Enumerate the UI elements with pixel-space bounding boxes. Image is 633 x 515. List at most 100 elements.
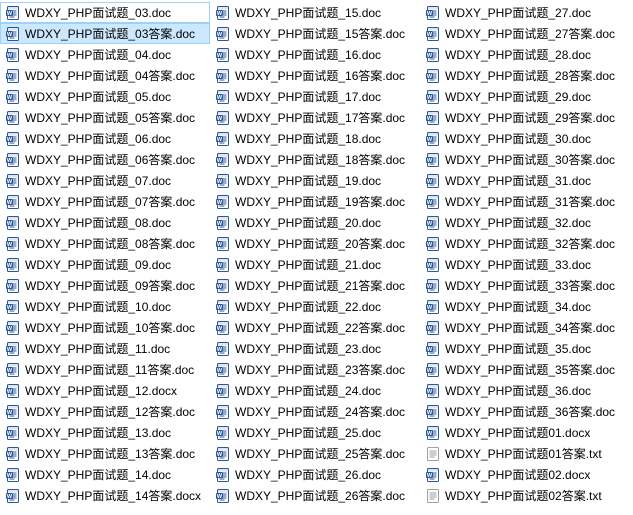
file-item[interactable]: WWDXY_PHP面试题_15答案.doc (210, 23, 420, 44)
word-doc-icon: W (215, 446, 231, 462)
file-item[interactable]: WWDXY_PHP面试题_11答案.doc (0, 359, 210, 380)
file-item[interactable]: WWDXY_PHP面试题_10答案.doc (0, 317, 210, 338)
word-doc-icon: W (5, 362, 21, 378)
svg-text:W: W (217, 368, 223, 374)
file-label: WDXY_PHP面试题_11.doc (25, 340, 170, 357)
file-item[interactable]: WWDXY_PHP面试题_26答案.doc (210, 485, 420, 506)
file-item[interactable]: WWDXY_PHP面试题_10.doc (0, 296, 210, 317)
file-item[interactable]: WWDXY_PHP面试题_30.doc (420, 128, 630, 149)
file-label: WDXY_PHP面试题_23答案.doc (235, 361, 405, 378)
file-label: WDXY_PHP面试题_33.doc (445, 256, 591, 273)
file-item[interactable]: WWDXY_PHP面试题_19.doc (210, 170, 420, 191)
file-item[interactable]: WWDXY_PHP面试题_24.doc (210, 380, 420, 401)
file-item[interactable]: WWDXY_PHP面试题_14答案.docx (0, 485, 210, 506)
file-item[interactable]: WWDXY_PHP面试题_36答案.doc (420, 401, 630, 422)
file-label: WDXY_PHP面试题_19答案.doc (235, 193, 405, 210)
file-item[interactable]: WWDXY_PHP面试题_36.doc (420, 380, 630, 401)
file-item[interactable]: WWDXY_PHP面试题_33答案.doc (420, 275, 630, 296)
file-item[interactable]: WWDXY_PHP面试题_08答案.doc (0, 233, 210, 254)
file-item[interactable]: WWDXY_PHP面试题02.docx (420, 464, 630, 485)
file-item[interactable]: WWDXY_PHP面试题_04答案.doc (0, 65, 210, 86)
file-item[interactable]: WWDXY_PHP面试题_27.doc (420, 2, 630, 23)
file-item[interactable]: W WDXY_PHP面试题_23答案.doc (210, 359, 420, 380)
file-item[interactable]: WWDXY_PHP面试题_21.doc (210, 254, 420, 275)
file-label: WDXY_PHP面试题_26答案.doc (235, 487, 405, 504)
file-item[interactable]: WWDXY_PHP面试题_06答案.doc (0, 149, 210, 170)
file-item[interactable]: WWDXY_PHP面试题_19答案.doc (210, 191, 420, 212)
file-item[interactable]: WWDXY_PHP面试题_28.doc (420, 44, 630, 65)
svg-text:W: W (427, 53, 433, 59)
file-label: WDXY_PHP面试题_29.doc (445, 88, 591, 105)
file-item[interactable]: WWDXY_PHP面试题_13.doc (0, 422, 210, 443)
file-list-pane[interactable]: WWDXY_PHP面试题_03.docWWDXY_PHP面试题_03答案.doc… (0, 0, 633, 515)
word-doc-icon: W (215, 215, 231, 231)
file-item[interactable]: WWDXY_PHP面试题_03.doc (0, 2, 210, 23)
file-item[interactable]: WWDXY_PHP面试题_18答案.doc (210, 149, 420, 170)
file-item[interactable]: WWDXY_PHP面试题_29答案.doc (420, 107, 630, 128)
file-item[interactable]: WWDXY_PHP面试题_25.doc (210, 422, 420, 443)
file-item[interactable]: WWDXY_PHP面试题_23.doc (210, 338, 420, 359)
file-item[interactable]: WWDXY_PHP面试题_08.doc (0, 212, 210, 233)
file-item[interactable]: WDXY_PHP面试题02答案.txt (420, 485, 630, 506)
svg-text:W: W (7, 494, 13, 500)
word-doc-icon: W (425, 131, 441, 147)
file-item[interactable]: WWDXY_PHP面试题_17.doc (210, 86, 420, 107)
file-item[interactable]: WWDXY_PHP面试题_31.doc (420, 170, 630, 191)
svg-text:W: W (7, 158, 13, 164)
svg-text:W: W (7, 116, 13, 122)
svg-text:W: W (7, 473, 13, 479)
file-item[interactable]: WWDXY_PHP面试题_33.doc (420, 254, 630, 275)
file-item[interactable]: WDXY_PHP面试题01答案.txt (420, 443, 630, 464)
file-item[interactable]: WWDXY_PHP面试题_22答案.doc (210, 317, 420, 338)
file-item[interactable]: WWDXY_PHP面试题_26.doc (210, 464, 420, 485)
file-item[interactable]: WWDXY_PHP面试题_06.doc (0, 128, 210, 149)
file-item[interactable]: WWDXY_PHP面试题_28答案.doc (420, 65, 630, 86)
file-item[interactable]: WWDXY_PHP面试题_13答案.doc (0, 443, 210, 464)
file-item[interactable]: WWDXY_PHP面试题_16答案.doc (210, 65, 420, 86)
file-item[interactable]: WWDXY_PHP面试题_09答案.doc (0, 275, 210, 296)
file-item[interactable]: WWDXY_PHP面试题_35.doc (420, 338, 630, 359)
file-label: WDXY_PHP面试题_11答案.doc (25, 361, 194, 378)
word-doc-icon: W (215, 488, 231, 504)
file-item[interactable]: WWDXY_PHP面试题_25答案.doc (210, 443, 420, 464)
file-item[interactable]: WWDXY_PHP面试题_32.doc (420, 212, 630, 233)
file-item[interactable]: WWDXY_PHP面试题_15.doc (210, 2, 420, 23)
file-item[interactable]: WWDXY_PHP面试题_27答案.doc (420, 23, 630, 44)
file-item[interactable]: WWDXY_PHP面试题_21答案.doc (210, 275, 420, 296)
file-label: WDXY_PHP面试题_34.doc (445, 298, 591, 315)
file-item[interactable]: WWDXY_PHP面试题_09.doc (0, 254, 210, 275)
svg-text:W: W (217, 473, 223, 479)
file-item[interactable]: WWDXY_PHP面试题_22.doc (210, 296, 420, 317)
file-item[interactable]: WWDXY_PHP面试题_07.doc (0, 170, 210, 191)
file-item[interactable]: WWDXY_PHP面试题_14.doc (0, 464, 210, 485)
file-item[interactable]: WWDXY_PHP面试题_30答案.doc (420, 149, 630, 170)
file-item[interactable]: WWDXY_PHP面试题_32答案.doc (420, 233, 630, 254)
file-item[interactable]: WWDXY_PHP面试题_31答案.doc (420, 191, 630, 212)
file-item[interactable]: WWDXY_PHP面试题_34答案.doc (420, 317, 630, 338)
file-item[interactable]: WWDXY_PHP面试题_05.doc (0, 86, 210, 107)
file-item[interactable]: WWDXY_PHP面试题_07答案.doc (0, 191, 210, 212)
word-doc-icon: W (215, 89, 231, 105)
word-doc-icon: W (5, 68, 21, 84)
file-item[interactable]: WWDXY_PHP面试题_11.doc (0, 338, 210, 359)
file-label: WDXY_PHP面试题_25答案.doc (235, 445, 405, 462)
file-label: WDXY_PHP面试题_20答案.doc (235, 235, 405, 252)
svg-text:W: W (427, 326, 433, 332)
file-item[interactable]: WWDXY_PHP面试题_16.doc (210, 44, 420, 65)
file-label: WDXY_PHP面试题_07答案.doc (25, 193, 195, 210)
file-item[interactable]: WWDXY_PHP面试题01.docx (420, 422, 630, 443)
svg-text:W: W (7, 242, 13, 248)
file-item[interactable]: WWDXY_PHP面试题_12答案.doc (0, 401, 210, 422)
file-item[interactable]: WWDXY_PHP面试题_20.doc (210, 212, 420, 233)
file-item[interactable]: WWDXY_PHP面试题_04.doc (0, 44, 210, 65)
file-item[interactable]: WWDXY_PHP面试题_34.doc (420, 296, 630, 317)
file-item[interactable]: WWDXY_PHP面试题_17答案.doc (210, 107, 420, 128)
file-item[interactable]: WWDXY_PHP面试题_35答案.doc (420, 359, 630, 380)
file-item[interactable]: WWDXY_PHP面试题_18.doc (210, 128, 420, 149)
file-item[interactable]: WWDXY_PHP面试题_24答案.doc (210, 401, 420, 422)
file-item[interactable]: WWDXY_PHP面试题_05答案.doc (0, 107, 210, 128)
file-item[interactable]: WWDXY_PHP面试题_12.docx (0, 380, 210, 401)
file-item[interactable]: WWDXY_PHP面试题_03答案.doc (0, 23, 210, 44)
file-item[interactable]: WWDXY_PHP面试题_20答案.doc (210, 233, 420, 254)
file-item[interactable]: WWDXY_PHP面试题_29.doc (420, 86, 630, 107)
